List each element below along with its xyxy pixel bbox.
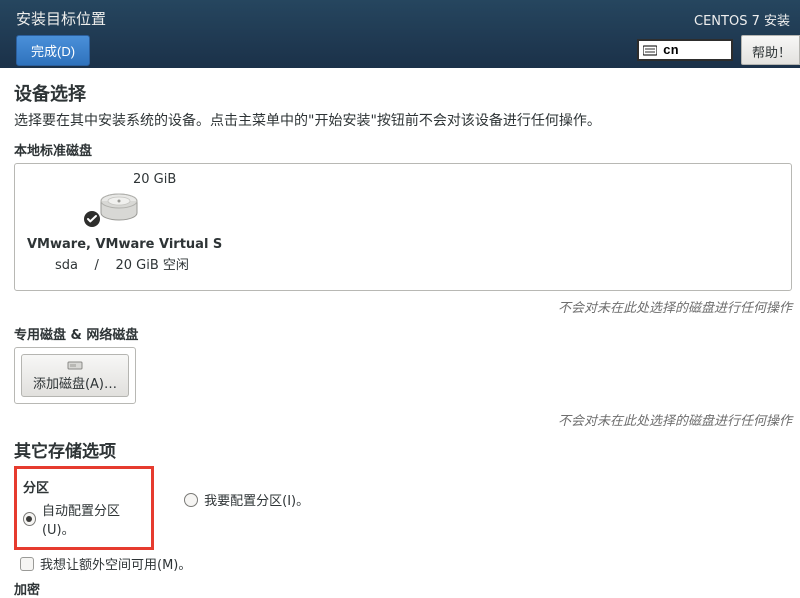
disk-icon-row [27,191,222,231]
disk-capacity-label: 20 GiB [27,172,222,187]
auto-partition-option[interactable]: 自动配置分区(U)。 [23,500,143,538]
disk-tile[interactable]: 20 GiB VM [27,172,222,273]
check-badge-icon [83,210,101,232]
checkbox-icon [20,557,34,571]
device-selection-heading: 设备选择 [14,80,792,106]
highlight-annotation: 分区 自动配置分区(U)。 [14,466,154,550]
keyboard-icon [643,44,657,56]
header-right-group: CENTOS 7 安装 cn 帮助！ [637,10,800,65]
disk-name-label: VMware, VMware Virtual S [27,237,222,252]
radio-icon [184,493,198,507]
keyboard-layout-indicator[interactable]: cn [637,39,733,61]
hard-disk-icon [97,191,141,231]
specialized-disks-hint: 不会对未在此处选择的磁盘进行任何操作 [14,410,792,429]
manual-partition-label: 我要配置分区(I)。 [204,490,309,509]
add-disk-button[interactable]: 添加磁盘(A)… [21,354,129,397]
disk-separator: / [95,258,99,273]
language-help-row: cn 帮助！ [637,35,800,65]
main-content: 设备选择 选择要在其中安装系统的设备。点击主菜单中的"开始安装"按钮前不会对该设… [0,68,800,598]
header-bar: 安装目标位置 完成(D) CENTOS 7 安装 cn 帮助！ [0,0,800,68]
auto-partition-label: 自动配置分区(U)。 [42,500,143,538]
partitioning-heading: 分区 [23,477,143,496]
installer-name-label: CENTOS 7 安装 [694,10,800,29]
keyboard-layout-code: cn [663,43,679,58]
add-disk-label: 添加磁盘(A)… [33,377,117,392]
local-disks-panel: 20 GiB VM [14,163,792,291]
specialized-disks-panel: 添加磁盘(A)… [14,347,136,404]
help-button[interactable]: 帮助！ [741,35,800,65]
done-button[interactable]: 完成(D) [16,35,90,66]
disk-device-id: sda [55,258,78,273]
other-storage-heading: 其它存储选项 [14,437,792,462]
disk-subinfo: sda / 20 GiB 空闲 [27,254,222,273]
other-storage-section: 其它存储选项 分区 自动配置分区(U)。 我要配置分区(I)。 我想让额外空间可… [14,437,792,598]
manual-partition-option[interactable]: 我要配置分区(I)。 [184,490,309,509]
add-disk-icon [67,359,83,371]
local-disks-heading: 本地标准磁盘 [14,140,792,159]
radio-icon [23,512,36,526]
local-disks-hint: 不会对未在此处选择的磁盘进行任何操作 [14,297,792,316]
encryption-heading: 加密 [14,579,792,598]
device-selection-description: 选择要在其中安装系统的设备。点击主菜单中的"开始安装"按钮前不会对该设备进行任何… [14,110,792,130]
partitioning-block: 分区 自动配置分区(U)。 我要配置分区(I)。 我想让额外空间可用(M)。 加… [14,466,792,598]
specialized-disks-heading: 专用磁盘 & 网络磁盘 [14,324,792,343]
disk-free-space: 20 GiB 空闲 [115,258,188,273]
